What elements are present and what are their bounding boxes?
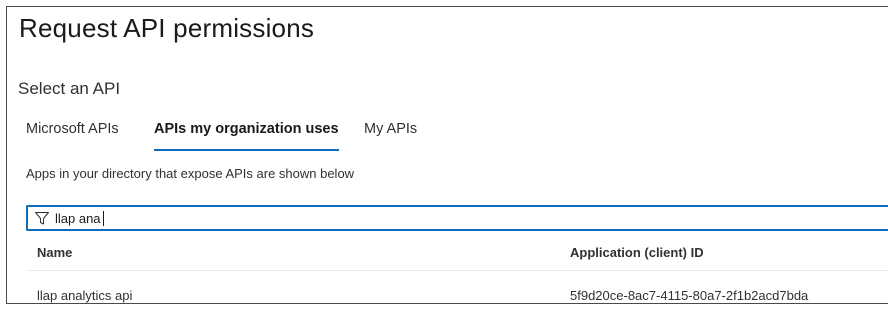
text-cursor: [103, 211, 104, 226]
column-header-application-id[interactable]: Application (client) ID: [570, 235, 704, 270]
tab-apis-my-organization-uses[interactable]: APIs my organization uses: [154, 121, 339, 151]
table-row[interactable]: llap analytics api 5f9d20ce-8ac7-4115-80…: [26, 271, 888, 303]
tab-microsoft-apis[interactable]: Microsoft APIs: [26, 121, 119, 151]
filter-icon: [34, 210, 50, 226]
filter-box[interactable]: [26, 205, 888, 231]
request-api-permissions-panel: Request API permissions Select an API Mi…: [6, 6, 888, 304]
table-header-row: Name Application (client) ID: [26, 235, 888, 271]
api-table: Name Application (client) ID llap analyt…: [26, 235, 888, 303]
api-name-cell[interactable]: llap analytics api: [37, 271, 132, 303]
filter-input[interactable]: [55, 208, 888, 228]
description-text: Apps in your directory that expose APIs …: [26, 166, 355, 181]
section-title: Select an API: [18, 79, 121, 98]
page-title: Request API permissions: [19, 13, 315, 43]
application-id-cell: 5f9d20ce-8ac7-4115-80a7-2f1b2acd7bda: [570, 287, 809, 303]
column-header-name[interactable]: Name: [37, 235, 72, 270]
tab-my-apis[interactable]: My APIs: [364, 121, 417, 151]
